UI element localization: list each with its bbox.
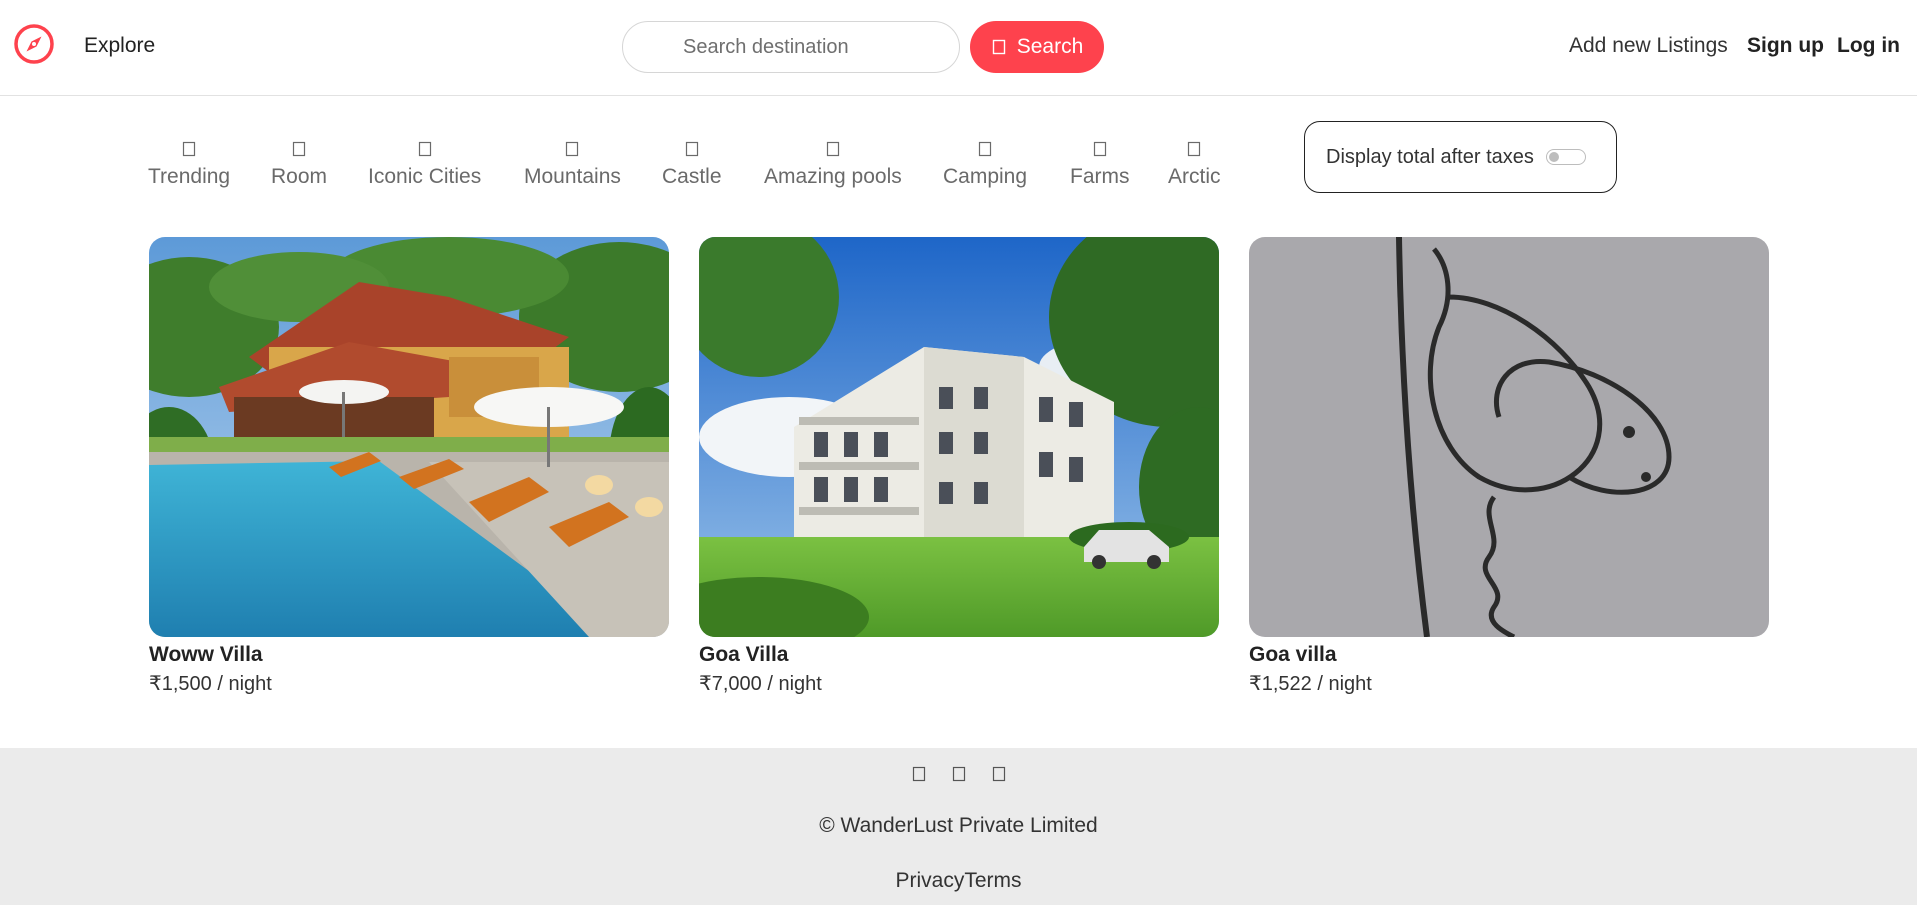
listing-title: Goa Villa [699, 643, 789, 666]
navbar: Explore Search Add new Listings Sign up … [0, 0, 1917, 96]
filter-label: Room [271, 165, 328, 188]
city-icon [418, 141, 432, 157]
pool-icon [826, 141, 840, 157]
tax-toggle-box: Display total after taxes [1304, 121, 1617, 193]
filter-label: Camping [943, 165, 1028, 188]
linkedin-icon[interactable] [992, 766, 1006, 782]
filter-trending[interactable]: Trending [148, 141, 230, 189]
filter-label: Trending [148, 165, 231, 188]
signup-link[interactable]: Sign up [1747, 34, 1824, 58]
fire-icon [182, 141, 196, 157]
filter-mountains[interactable]: Mountains [524, 141, 621, 189]
copyright-text: © WanderLust Private Limited [819, 814, 1098, 837]
search-input[interactable] [622, 21, 960, 73]
filter-amazing-pools[interactable]: Amazing pools [764, 141, 902, 189]
listing-title: Goa villa [1249, 643, 1337, 666]
listing-image-resort[interactable] [149, 237, 669, 637]
listing-title: Woww Villa [149, 643, 263, 666]
search-icon [991, 39, 1007, 55]
filter-label: Castle [662, 165, 722, 188]
tax-toggle-label: Display total after taxes [1326, 145, 1534, 168]
facebook-icon[interactable] [912, 766, 926, 782]
filter-label: Arctic [1168, 165, 1221, 188]
listing-price: ₹1,500 / night [149, 673, 272, 695]
castle-icon [685, 141, 699, 157]
search-button[interactable]: Search [970, 21, 1104, 73]
footer-links: PrivacyTerms [0, 869, 1917, 893]
bed-icon [292, 141, 306, 157]
add-new-listing-link[interactable]: Add new Listings [1569, 34, 1728, 58]
listing-card[interactable]: Woww Villa ₹1,500 / night [149, 237, 669, 696]
filter-room[interactable]: Room [271, 141, 327, 189]
login-link[interactable]: Log in [1837, 34, 1900, 58]
filter-castle[interactable]: Castle [662, 141, 722, 189]
toggle-knob [1548, 152, 1559, 162]
compass-icon[interactable] [13, 23, 55, 65]
privacy-link[interactable]: Privacy [895, 869, 964, 892]
listing-image-scribble[interactable] [1249, 237, 1769, 637]
terms-link[interactable]: Terms [964, 869, 1021, 892]
filter-label: Mountains [524, 165, 621, 188]
search-button-label: Search [1016, 35, 1084, 58]
filter-iconic-cities[interactable]: Iconic Cities [368, 141, 481, 189]
tractor-icon [1093, 141, 1107, 157]
tax-toggle-switch[interactable] [1545, 149, 1586, 165]
filter-arctic[interactable]: Arctic [1168, 141, 1221, 189]
filter-label: Amazing pools [764, 165, 902, 188]
listing-price: ₹7,000 / night [699, 673, 822, 695]
filter-label: Iconic Cities [368, 165, 482, 188]
social-links [0, 766, 1917, 782]
listing-price: ₹1,522 / night [1249, 673, 1372, 695]
mountain-icon [565, 141, 579, 157]
filter-farms[interactable]: Farms [1070, 141, 1130, 189]
listing-image-building[interactable] [699, 237, 1219, 637]
filter-camping[interactable]: Camping [943, 141, 1027, 189]
explore-link[interactable]: Explore [84, 34, 155, 58]
instagram-icon[interactable] [952, 766, 966, 782]
snowflake-icon [1187, 141, 1201, 157]
filter-label: Farms [1070, 165, 1130, 188]
listing-card[interactable]: Goa villa ₹1,522 / night [1249, 237, 1769, 696]
listing-card[interactable]: Goa Villa ₹7,000 / night [699, 237, 1219, 696]
footer: © WanderLust Private Limited PrivacyTerm… [0, 748, 1917, 905]
campground-icon [978, 141, 992, 157]
